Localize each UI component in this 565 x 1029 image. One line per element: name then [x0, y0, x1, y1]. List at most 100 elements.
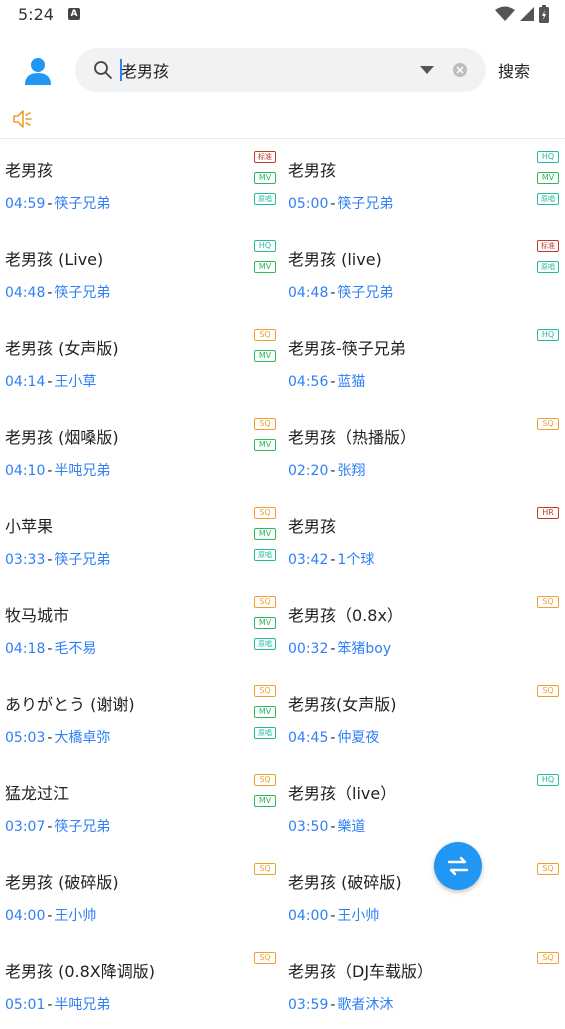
song-item[interactable]: 老男孩(女声版) 04:45- 仲夏夜 SQ — [283, 673, 565, 762]
song-artist[interactable]: 筷子兄弟 — [54, 552, 110, 568]
std-badge: 标准 — [254, 151, 276, 163]
quality-badges: SQ MV 原唱 — [254, 507, 276, 570]
song-artist[interactable]: 王小帅 — [337, 908, 379, 924]
song-artist[interactable]: 王小帅 — [54, 908, 96, 924]
meta-separator: - — [330, 997, 336, 1013]
song-artist[interactable]: 毛不易 — [54, 641, 96, 657]
sq-badge: SQ — [537, 596, 559, 608]
song-item[interactable]: 老男孩 (烟嗓版) 04:10- 半吨兄弟 SQ MV — [0, 406, 283, 495]
clear-icon[interactable] — [453, 63, 467, 77]
orig-badge: 原唱 — [254, 638, 276, 650]
song-title: 老男孩 — [288, 517, 337, 536]
song-row: 猛龙过江 03:07- 筷子兄弟 SQ MV 老男孩（live） 03:50- 樂道 HQ — [0, 762, 565, 851]
song-artist[interactable]: 筷子兄弟 — [337, 196, 393, 212]
song-meta: 04:56- 蓝猫 — [288, 371, 365, 391]
switch-fab-button[interactable] — [434, 842, 482, 890]
mv-badge: MV — [254, 617, 276, 629]
song-item[interactable]: 老男孩 04:59- 筷子兄弟 标准 MV 原唱 — [0, 139, 283, 228]
meta-separator: - — [330, 285, 336, 301]
quality-badges: HQ — [537, 774, 559, 795]
dropdown-icon[interactable] — [420, 66, 434, 74]
song-artist[interactable]: 仲夏夜 — [337, 730, 379, 746]
quality-badges: HQ — [537, 329, 559, 350]
song-artist[interactable]: 筷子兄弟 — [54, 285, 110, 301]
song-artist[interactable]: 蓝猫 — [337, 374, 365, 390]
song-item[interactable]: ありがとう (谢谢) 05:03- 大橋卓弥 SQ MV 原唱 — [0, 673, 283, 762]
user-avatar-icon[interactable] — [22, 55, 54, 87]
speaker-icon[interactable] — [12, 108, 34, 130]
song-title: 老男孩（热播版） — [288, 428, 417, 447]
song-title: 老男孩 — [288, 161, 337, 180]
song-item[interactable]: 老男孩-筷子兄弟 04:56- 蓝猫 HQ — [283, 317, 565, 406]
song-item[interactable]: 老男孩 (女声版) 04:14- 王小草 SQ MV — [0, 317, 283, 406]
song-item[interactable]: 老男孩（live） 03:50- 樂道 HQ — [283, 762, 565, 851]
top-bar: 搜索 — [0, 48, 565, 94]
song-item[interactable]: 老男孩 03:42-1个球 HR — [283, 495, 565, 584]
meta-separator: - — [330, 819, 336, 835]
song-item[interactable]: 老男孩（0.8x） 00:32- 笨猪boy SQ — [283, 584, 565, 673]
song-artist[interactable]: 半吨兄弟 — [54, 463, 110, 479]
song-item[interactable]: 猛龙过江 03:07- 筷子兄弟 SQ MV — [0, 762, 283, 851]
song-duration: 04:00 — [5, 908, 46, 924]
mv-badge: MV — [254, 528, 276, 540]
song-duration: 03:50 — [288, 819, 329, 835]
song-duration: 03:33 — [5, 552, 46, 568]
song-artist[interactable]: 半吨兄弟 — [54, 997, 110, 1013]
song-artist[interactable]: 大橋卓弥 — [54, 730, 110, 746]
meta-separator: - — [330, 463, 336, 479]
song-item[interactable]: 老男孩 (破碎版) 04:00- 王小帅 SQ — [283, 851, 565, 940]
song-artist[interactable]: 1个球 — [337, 552, 374, 568]
song-row: 老男孩 (女声版) 04:14- 王小草 SQ MV 老男孩-筷子兄弟 04:56- 蓝猫 HQ — [0, 317, 565, 406]
song-artist[interactable]: 歌者沐沐 — [337, 997, 393, 1013]
quality-badges: SQ MV 原唱 — [254, 596, 276, 659]
song-artist[interactable]: 笨猪boy — [337, 641, 391, 657]
song-artist[interactable]: 筷子兄弟 — [337, 285, 393, 301]
song-item[interactable]: 牧马城市 04:18- 毛不易 SQ MV 原唱 — [0, 584, 283, 673]
song-row: 老男孩 04:59- 筷子兄弟 标准 MV 原唱 老男孩 05:00- 筷子兄弟 HQ MV 原唱 — [0, 139, 565, 228]
mv-badge: MV — [254, 172, 276, 184]
song-artist[interactable]: 张翔 — [337, 463, 365, 479]
song-item[interactable]: 老男孩（DJ车载版） 03:59- 歌者沐沐 SQ — [283, 940, 565, 1029]
song-item[interactable]: 老男孩 (0.8X降调版) 05:01- 半吨兄弟 SQ — [0, 940, 283, 1029]
song-duration: 02:20 — [288, 463, 329, 479]
meta-separator: - — [330, 552, 336, 568]
sq-badge: SQ — [254, 952, 276, 964]
song-meta: 05:01- 半吨兄弟 — [5, 994, 110, 1014]
mv-badge: MV — [254, 795, 276, 807]
song-meta: 02:20- 张翔 — [288, 460, 365, 480]
song-item[interactable]: 小苹果 03:33- 筷子兄弟 SQ MV 原唱 — [0, 495, 283, 584]
notification-a-icon: A — [68, 8, 80, 20]
song-duration: 04:10 — [5, 463, 46, 479]
sq-badge: SQ — [254, 418, 276, 430]
song-title: ありがとう (谢谢) — [5, 695, 135, 714]
song-title: 小苹果 — [5, 517, 54, 536]
song-item[interactable]: 老男孩 (破碎版) 04:00- 王小帅 SQ — [0, 851, 283, 940]
search-box[interactable] — [75, 48, 486, 92]
std-badge: 标准 — [537, 240, 559, 252]
song-duration: 03:07 — [5, 819, 46, 835]
song-artist[interactable]: 筷子兄弟 — [54, 196, 110, 212]
song-meta: 04:00- 王小帅 — [288, 905, 379, 925]
search-button[interactable]: 搜索 — [498, 58, 530, 82]
sq-badge: SQ — [254, 596, 276, 608]
mv-badge: MV — [537, 172, 559, 184]
quality-badges: HQ MV — [254, 240, 276, 282]
song-item[interactable]: 老男孩（热播版） 02:20- 张翔 SQ — [283, 406, 565, 495]
search-input[interactable] — [121, 57, 401, 83]
song-item[interactable]: 老男孩 05:00- 筷子兄弟 HQ MV 原唱 — [283, 139, 565, 228]
meta-separator: - — [47, 196, 53, 212]
song-title: 老男孩 (破碎版) — [288, 873, 402, 892]
song-meta: 04:00- 王小帅 — [5, 905, 96, 925]
song-artist[interactable]: 樂道 — [337, 819, 365, 835]
quality-badges: SQ — [254, 952, 276, 973]
song-artist[interactable]: 王小草 — [54, 374, 96, 390]
song-artist[interactable]: 筷子兄弟 — [54, 819, 110, 835]
sq-badge: SQ — [254, 507, 276, 519]
orig-badge: 原唱 — [537, 261, 559, 273]
signal-icon — [520, 7, 534, 21]
song-item[interactable]: 老男孩 (Live) 04:48- 筷子兄弟 HQ MV — [0, 228, 283, 317]
meta-separator: - — [47, 463, 53, 479]
quality-badges: SQ MV — [254, 774, 276, 816]
song-item[interactable]: 老男孩 (live) 04:48- 筷子兄弟 标准 原唱 — [283, 228, 565, 317]
song-title: 老男孩 (Live) — [5, 250, 104, 269]
